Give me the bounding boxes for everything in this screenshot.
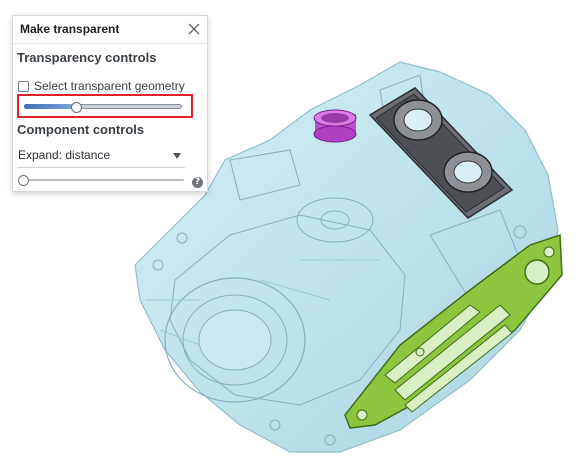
select-transparent-geometry-row[interactable]: Select transparent geometry — [18, 79, 185, 93]
expand-mode-value: Expand: distance — [18, 148, 111, 162]
select-transparent-geometry-label: Select transparent geometry — [34, 79, 185, 93]
magenta-cap — [313, 109, 357, 143]
component-controls-heading: Component controls — [17, 122, 145, 137]
help-icon[interactable]: ? — [192, 177, 203, 188]
transparency-slider-fill — [24, 104, 77, 109]
make-transparent-dialog: Make transparent Transparency controls S… — [12, 15, 208, 192]
dialog-header: Make transparent — [13, 16, 207, 44]
expand-slider-track[interactable] — [20, 179, 184, 181]
select-transparent-geometry-checkbox[interactable] — [18, 80, 29, 92]
close-icon[interactable] — [188, 22, 200, 35]
chevron-down-icon — [173, 153, 181, 159]
transparency-controls-heading: Transparency controls — [17, 50, 157, 65]
expand-slider-thumb[interactable] — [18, 175, 29, 186]
expand-mode-dropdown[interactable]: Expand: distance — [17, 145, 185, 168]
dialog-title: Make transparent — [20, 22, 120, 36]
